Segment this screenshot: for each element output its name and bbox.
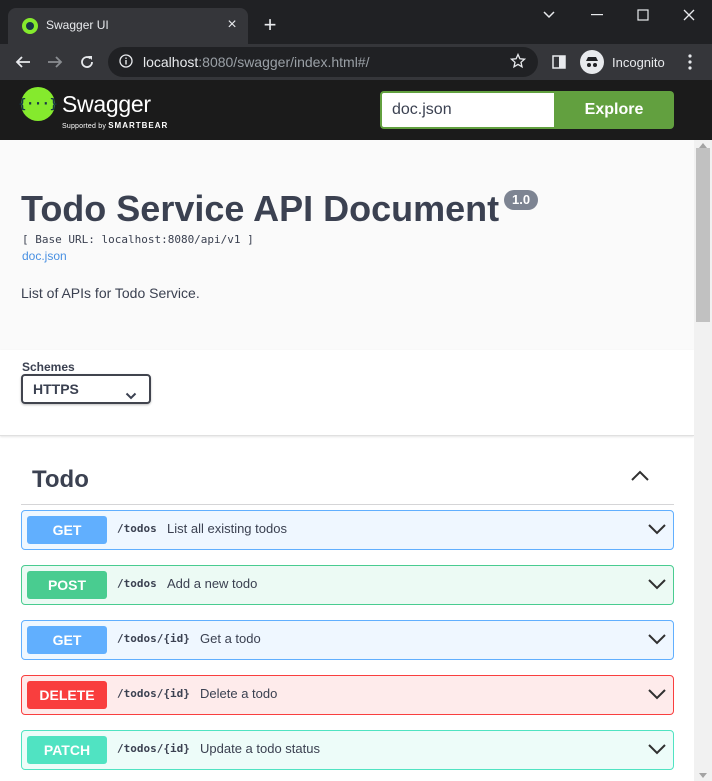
tab-close-icon[interactable]: × [224, 17, 240, 33]
chevron-down-icon[interactable] [526, 0, 572, 30]
url-text: localhost:8080/swagger/index.html#/ [143, 54, 370, 70]
operation-get-todos[interactable]: GET /todos List all existing todos [21, 510, 674, 550]
chevron-down-icon[interactable] [647, 742, 667, 761]
schemes-selected-value: HTTPS [33, 381, 79, 397]
tag-section-header[interactable]: Todo [21, 456, 674, 505]
back-arrow-icon[interactable] [11, 50, 35, 74]
method-badge: DELETE [27, 681, 107, 709]
minimize-icon[interactable] [574, 0, 620, 30]
method-badge: PATCH [27, 736, 107, 764]
new-tab-icon[interactable]: + [258, 14, 282, 38]
info-icon[interactable] [119, 54, 133, 73]
page-scrollbar[interactable] [694, 140, 712, 781]
incognito-indicator[interactable]: Incognito [580, 49, 665, 75]
operation-delete-todo[interactable]: DELETE /todos/{id} Delete a todo [21, 675, 674, 715]
chevron-down-icon[interactable] [647, 577, 667, 596]
page-title: Todo Service API Document [21, 188, 500, 229]
schemes-select[interactable]: HTTPS [21, 374, 151, 404]
operation-path: /todos/{id} [117, 742, 190, 755]
operation-patch-todo[interactable]: PATCH /todos/{id} Update a todo status [21, 730, 674, 770]
browser-tabstrip: Swagger UI × + [0, 0, 712, 44]
operation-post-todos[interactable]: POST /todos Add a new todo [21, 565, 674, 605]
logo-subtitle: Supported by SMARTBEAR [62, 121, 169, 130]
explore-button[interactable]: Explore [554, 91, 674, 129]
version-badge: 1.0 [504, 190, 539, 210]
operation-summary: List all existing todos [167, 521, 287, 536]
operation-summary: Update a todo status [200, 741, 320, 756]
address-bar[interactable]: localhost:8080/swagger/index.html#/ [108, 47, 538, 77]
operation-get-todo-by-id[interactable]: GET /todos/{id} Get a todo [21, 620, 674, 660]
browser-toolbar: localhost:8080/swagger/index.html#/ Inco… [0, 44, 712, 80]
forward-arrow-icon[interactable] [43, 50, 67, 74]
incognito-icon [580, 50, 604, 74]
chevron-down-icon[interactable] [647, 687, 667, 706]
browser-tab[interactable]: Swagger UI × [8, 8, 248, 44]
schemes-section: Schemes HTTPS [0, 350, 694, 436]
side-panel-icon[interactable] [547, 50, 571, 74]
chevron-down-icon[interactable] [647, 632, 667, 651]
bookmark-star-icon[interactable] [509, 52, 527, 74]
window-close-icon[interactable] [666, 0, 712, 30]
logo-text: Swagger [62, 91, 151, 117]
method-badge: GET [27, 626, 107, 654]
method-badge: POST [27, 571, 107, 599]
operation-path: /todos [117, 522, 157, 535]
api-description: List of APIs for Todo Service. [21, 285, 200, 301]
base-url: [ Base URL: localhost:8080/api/v1 ] [22, 233, 254, 246]
doc-json-link[interactable]: doc.json [22, 249, 67, 263]
swagger-logo-icon[interactable]: {···} [18, 87, 58, 121]
method-badge: GET [27, 516, 107, 544]
operation-summary: Add a new todo [167, 576, 258, 591]
operation-path: /todos/{id} [117, 687, 190, 700]
swagger-favicon-icon [22, 18, 38, 34]
chevron-down-icon[interactable] [647, 522, 667, 541]
explore-url-input[interactable]: doc.json [380, 91, 554, 129]
tag-title: Todo [32, 466, 89, 493]
schemes-label: Schemes [22, 360, 75, 374]
chevron-down-icon [125, 382, 137, 408]
operation-summary: Get a todo [200, 631, 261, 646]
chevron-up-icon[interactable] [630, 469, 650, 487]
maximize-icon[interactable] [620, 0, 666, 30]
scrollbar-thumb[interactable] [696, 148, 710, 322]
reload-icon[interactable] [75, 50, 99, 74]
scroll-down-arrow-icon[interactable] [699, 773, 707, 778]
api-info: Todo Service API Document 1.0 [ Base URL… [0, 140, 694, 350]
browser-menu-icon[interactable] [678, 50, 702, 74]
incognito-label: Incognito [612, 54, 665, 70]
operation-summary: Delete a todo [200, 686, 278, 701]
tab-title: Swagger UI [46, 18, 109, 32]
operation-path: /todos [117, 577, 157, 590]
operation-path: /todos/{id} [117, 632, 190, 645]
